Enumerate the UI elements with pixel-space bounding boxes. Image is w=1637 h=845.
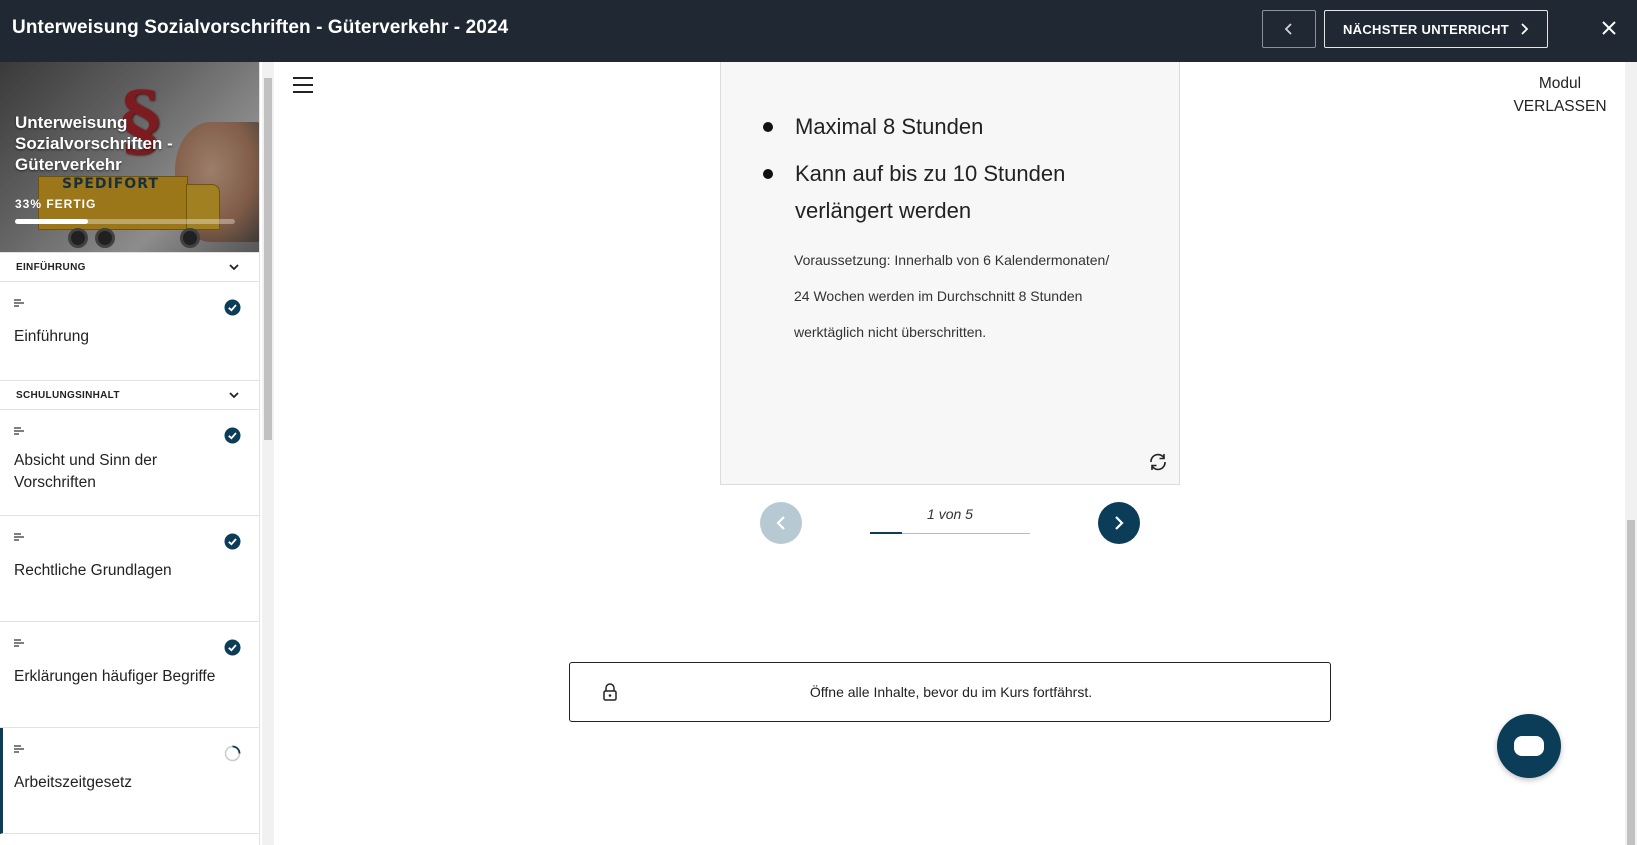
exit-line2: VERLASSEN bbox=[1513, 98, 1607, 115]
text-lesson-icon bbox=[14, 427, 24, 435]
chevron-right-icon bbox=[1521, 23, 1529, 35]
lesson-label: Rechtliche Grundlagen bbox=[14, 562, 172, 579]
card-counter: 1 von 5 bbox=[927, 506, 973, 522]
chat-bubble-icon bbox=[1514, 736, 1544, 756]
main-scrollbar-thumb[interactable] bbox=[1627, 520, 1635, 845]
section-header-einfuehrung[interactable]: EINFÜHRUNG bbox=[0, 252, 259, 282]
flashcard-bullets: Maximal 8 Stunden Kann auf bis zu 10 Stu… bbox=[763, 108, 1143, 239]
chevron-left-icon bbox=[776, 516, 785, 530]
close-button[interactable] bbox=[1594, 13, 1624, 43]
course-hero: § SPEDIFORT Unterweisung Sozialvorschrif… bbox=[0, 62, 259, 262]
progress-fill bbox=[15, 219, 88, 224]
chat-button[interactable] bbox=[1497, 714, 1561, 778]
text-lesson-icon bbox=[14, 745, 24, 753]
chevron-right-icon bbox=[1115, 516, 1124, 530]
in-progress-icon bbox=[224, 745, 241, 762]
next-lesson-label: NÄCHSTER UNTERRICHT bbox=[1342, 21, 1510, 37]
text-lesson-icon bbox=[14, 639, 24, 647]
section-header-schulungsinhalt[interactable]: SCHULUNGSINHALT bbox=[0, 380, 259, 410]
section-label: EINFÜHRUNG bbox=[16, 261, 86, 273]
flashcard-note: Voraussetzung: Innerhalb von 6 Kalenderm… bbox=[794, 252, 1110, 340]
card-progress-fill bbox=[870, 532, 902, 534]
lock-message: Öffne alle Inhalte, bevor du im Kurs for… bbox=[809, 684, 1093, 700]
chevron-left-icon bbox=[1284, 23, 1292, 35]
check-circle-icon bbox=[224, 533, 241, 550]
bullet-item: Maximal 8 Stunden bbox=[763, 108, 1143, 145]
hamburger-menu-icon[interactable] bbox=[292, 76, 314, 94]
exit-line1: Modul bbox=[1538, 75, 1582, 92]
top-bar: Unterweisung Sozialvorschriften - Güterv… bbox=[0, 0, 1637, 62]
progress-label: 33% FERTIG bbox=[15, 197, 97, 211]
lesson-label: Arbeitszeitgesetz bbox=[14, 774, 133, 791]
sidebar-course-title: Unterweisung Sozialvorschriften - Güterv… bbox=[15, 113, 173, 174]
check-circle-icon bbox=[224, 299, 241, 316]
next-lesson-button[interactable]: NÄCHSTER UNTERRICHT bbox=[1324, 10, 1548, 48]
sidebar-scrollbar-thumb[interactable] bbox=[264, 78, 272, 440]
check-circle-icon bbox=[224, 639, 241, 656]
text-lesson-icon bbox=[14, 533, 24, 541]
chevron-down-icon bbox=[229, 264, 239, 271]
chevron-down-icon bbox=[229, 392, 239, 399]
lesson-label: Erklärungen häufiger Begriffe bbox=[14, 668, 216, 685]
lesson-arbeitszeitgesetz[interactable]: Arbeitszeitgesetz bbox=[0, 728, 259, 834]
flip-card-icon[interactable] bbox=[1147, 451, 1169, 473]
course-sidebar: § SPEDIFORT Unterweisung Sozialvorschrif… bbox=[0, 62, 260, 845]
lesson-erklaerungen-begriffe[interactable]: Erklärungen häufiger Begriffe bbox=[0, 622, 259, 728]
lesson-absicht-und-sinn[interactable]: Absicht und Sinn der Vorschriften bbox=[0, 410, 259, 516]
lesson-rechtliche-grundlagen[interactable]: Rechtliche Grundlagen bbox=[0, 516, 259, 622]
previous-lesson-button[interactable] bbox=[1262, 10, 1316, 48]
course-title: Unterweisung Sozialvorschriften - Güterv… bbox=[12, 17, 509, 38]
lesson-label: Absicht und Sinn der Vorschriften bbox=[14, 452, 158, 491]
check-circle-icon bbox=[224, 427, 241, 444]
section-label: SCHULUNGSINHALT bbox=[16, 389, 120, 401]
bullet-item: Kann auf bis zu 10 Stunden verlängert we… bbox=[763, 155, 1143, 229]
progress-bar bbox=[15, 219, 235, 224]
previous-card-button[interactable] bbox=[760, 502, 802, 544]
lesson-label: Einführung bbox=[14, 328, 89, 345]
text-lesson-icon bbox=[14, 299, 24, 307]
lesson-einfuehrung[interactable]: Einführung bbox=[0, 282, 259, 388]
locked-continue-notice: Öffne alle Inhalte, bevor du im Kurs for… bbox=[569, 662, 1331, 722]
flashcard[interactable]: Maximal 8 Stunden Kann auf bis zu 10 Stu… bbox=[720, 62, 1180, 485]
next-card-button[interactable] bbox=[1098, 502, 1140, 544]
close-icon bbox=[1602, 21, 1616, 35]
exit-module-button[interactable]: Modul VERLASSEN bbox=[1510, 72, 1610, 118]
